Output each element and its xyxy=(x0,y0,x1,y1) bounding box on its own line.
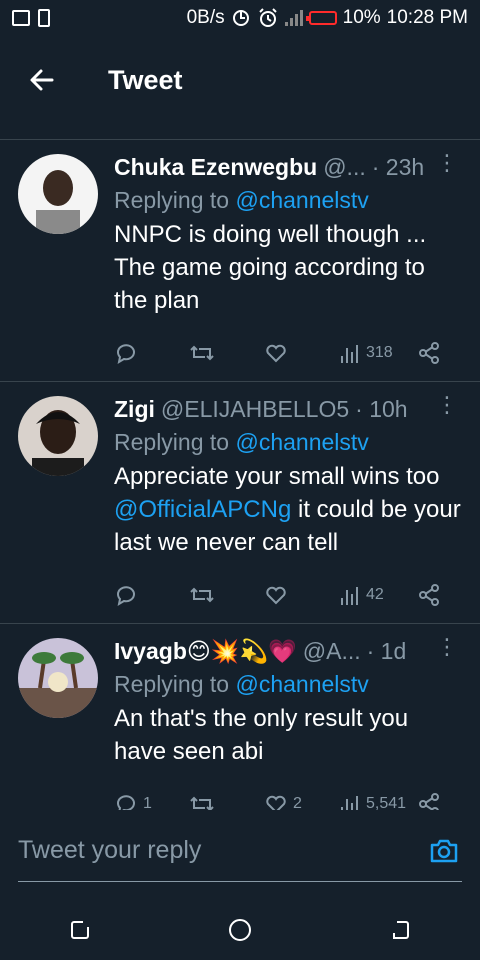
reply-icon xyxy=(117,795,135,810)
tweet-actions: 1 2 5,541 xyxy=(114,776,462,810)
status-bar: 0B/s 10% 10:28 PM xyxy=(0,0,480,36)
alarm-icon xyxy=(258,8,277,27)
reply-input[interactable] xyxy=(18,836,426,865)
battery-saver-icon xyxy=(38,9,50,27)
avatar[interactable] xyxy=(18,154,98,234)
more-options-icon[interactable]: ⋮ xyxy=(436,635,458,657)
share-icon xyxy=(419,342,439,364)
retweet-button[interactable] xyxy=(189,583,264,607)
home-icon[interactable] xyxy=(227,917,253,943)
author-handle[interactable]: @A... xyxy=(303,638,361,665)
share-button[interactable] xyxy=(417,792,441,810)
reply-button[interactable] xyxy=(114,341,189,365)
clock: 10:28 PM xyxy=(386,7,468,28)
views-button[interactable]: 5,541 xyxy=(339,793,417,810)
previous-tweet-actions-cut xyxy=(0,118,480,140)
heart-icon xyxy=(266,586,286,605)
reply-count: 1 xyxy=(143,795,152,810)
like-button[interactable]: 2 xyxy=(264,792,339,810)
analytics-icon xyxy=(341,587,358,605)
mention-link[interactable]: @OfficialAPCNg xyxy=(114,496,291,523)
replies-feed[interactable]: Chuka Ezenwegbu @... · 23h Replying to @… xyxy=(0,118,480,810)
tweet[interactable]: Chuka Ezenwegbu @... · 23h Replying to @… xyxy=(0,140,480,382)
views-button[interactable]: 318 xyxy=(339,342,417,364)
battery-percent: 10% xyxy=(342,7,381,28)
reply-composer xyxy=(18,820,462,882)
data-saver-icon xyxy=(232,10,249,26)
arrow-left-icon xyxy=(30,69,54,91)
like-button[interactable] xyxy=(264,341,339,365)
replying-to: Replying to @channelstv xyxy=(114,187,369,213)
share-button[interactable] xyxy=(417,341,441,365)
author-name[interactable]: Zigi xyxy=(114,396,155,423)
retweet-icon xyxy=(190,587,214,603)
tweet-text: An that's the only result you have seen … xyxy=(114,705,409,765)
back-nav-icon[interactable] xyxy=(388,918,412,942)
heart-icon xyxy=(266,795,286,810)
recent-apps-icon[interactable] xyxy=(68,918,92,942)
replying-to: Replying to @channelstv xyxy=(114,429,369,455)
author-name[interactable]: Chuka Ezenwegbu xyxy=(114,154,317,181)
share-button[interactable] xyxy=(417,583,441,607)
replying-to-link[interactable]: @channelstv xyxy=(235,187,368,213)
author-handle[interactable]: @... xyxy=(323,154,366,181)
reply-icon xyxy=(117,586,135,607)
retweet-icon xyxy=(190,345,214,361)
author-handle[interactable]: @ELIJAHBELLO5 xyxy=(161,396,349,423)
share-icon xyxy=(419,793,439,810)
view-count: 5,541 xyxy=(366,795,407,810)
tweet-time: · 23h xyxy=(371,154,425,180)
replying-to-link[interactable]: @channelstv xyxy=(235,429,368,455)
like-count: 2 xyxy=(293,795,302,810)
system-nav-bar xyxy=(0,900,480,960)
tweet-time: · 10h xyxy=(355,396,408,422)
tweet-actions: 318 xyxy=(114,325,462,381)
analytics-icon xyxy=(341,796,358,810)
reply-icon xyxy=(117,344,135,365)
battery-icon xyxy=(305,11,337,25)
screenshot-icon xyxy=(12,10,30,26)
view-count: 42 xyxy=(366,586,384,603)
page-title: Tweet xyxy=(108,64,183,95)
back-button[interactable] xyxy=(0,52,84,108)
like-button[interactable] xyxy=(264,583,339,607)
more-options-icon[interactable]: ⋮ xyxy=(436,151,458,173)
more-options-icon[interactable]: ⋮ xyxy=(436,393,458,415)
tweet[interactable]: Zigi @ELIJAHBELLO5 · 10h Replying to @ch… xyxy=(0,382,480,624)
retweet-icon xyxy=(190,796,214,810)
retweet-button[interactable] xyxy=(189,792,264,810)
retweet-button[interactable] xyxy=(189,341,264,365)
analytics-icon xyxy=(341,345,358,363)
tweet-actions: 42 xyxy=(114,567,462,623)
network-speed: 0B/s xyxy=(186,7,225,28)
avatar[interactable] xyxy=(18,396,98,476)
share-icon xyxy=(419,584,439,606)
reply-button[interactable] xyxy=(114,583,189,607)
heart-icon xyxy=(266,344,286,363)
replying-to: Replying to @channelstv xyxy=(114,671,369,697)
camera-button[interactable] xyxy=(426,833,462,869)
replying-to-link[interactable]: @channelstv xyxy=(235,671,368,697)
tweet-text: Appreciate your small wins too @Official… xyxy=(114,463,461,556)
app-header: Tweet xyxy=(0,52,480,108)
views-button[interactable]: 42 xyxy=(339,584,417,606)
tweet-text: NNPC is doing well though ... The game g… xyxy=(114,221,427,314)
reply-button[interactable]: 1 xyxy=(114,792,189,810)
tweet[interactable]: Ivyagb😊💥💫💗 @A... · 1d Replying to @chann… xyxy=(0,624,480,810)
camera-icon xyxy=(430,839,458,862)
author-name[interactable]: Ivyagb😊💥💫💗 xyxy=(114,638,297,665)
signal-icon xyxy=(284,10,303,26)
view-count: 318 xyxy=(366,344,393,361)
tweet-time: · 1d xyxy=(366,638,407,664)
avatar[interactable] xyxy=(18,638,98,718)
